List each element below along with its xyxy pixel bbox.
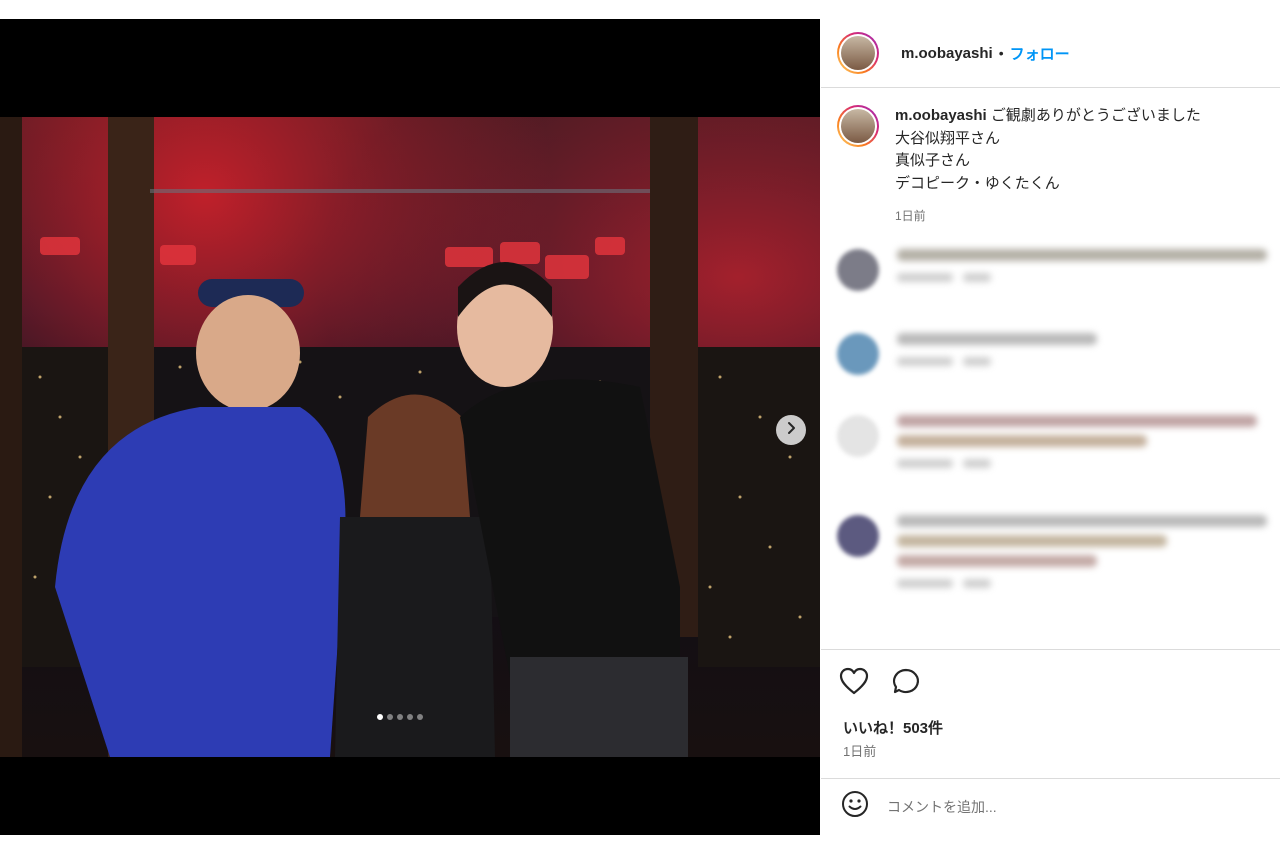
comment-item xyxy=(837,249,1277,291)
photo-illustration xyxy=(0,117,820,757)
post-side-panel: m.oobayashi • フォロー m.oobayashi ご観劇ありがとうご… xyxy=(821,19,1280,835)
caption-line: デコピーク・ゆくたくん xyxy=(895,174,1060,192)
comment-item xyxy=(837,333,1277,375)
caption-line: 真似子さん xyxy=(895,152,971,169)
separator-dot: • xyxy=(998,45,1004,61)
post-header: m.oobayashi • フォロー xyxy=(821,19,1280,87)
chevron-right-icon xyxy=(784,421,798,440)
carousel-indicators xyxy=(377,714,423,720)
avatar xyxy=(841,109,875,143)
comment-avatar xyxy=(837,249,879,291)
carousel-dot xyxy=(377,714,383,720)
carousel-next-button[interactable] xyxy=(776,415,806,445)
heart-outline-icon[interactable] xyxy=(839,667,869,700)
comment-item xyxy=(837,415,1277,468)
comment-avatar xyxy=(837,333,879,375)
comment-item xyxy=(837,515,1277,588)
post-actions xyxy=(839,667,921,700)
avatar-ring[interactable] xyxy=(837,32,879,74)
carousel-dot xyxy=(397,714,403,720)
post-timestamp: 1日前 xyxy=(843,744,877,759)
likes-count[interactable]: いいね！503件 xyxy=(843,717,943,738)
post-media[interactable] xyxy=(0,19,820,835)
header-divider xyxy=(821,87,1280,88)
caption-line: 大谷似翔平さん xyxy=(895,129,1001,147)
comment-avatar xyxy=(837,415,879,457)
caption-timestamp: 1日前 xyxy=(895,209,926,223)
speech-bubble-icon[interactable] xyxy=(891,667,921,700)
caption-text-block: m.oobayashi ご観劇ありがとうございました 大谷似翔平さん 真似子さん… xyxy=(895,105,1265,228)
actions-divider xyxy=(821,649,1280,650)
avatar-ring[interactable] xyxy=(837,105,879,147)
comment-input[interactable] xyxy=(885,797,1249,816)
follow-button[interactable]: フォロー xyxy=(1010,43,1070,64)
carousel-dot xyxy=(417,714,423,720)
caption-username[interactable]: m.oobayashi xyxy=(895,107,987,124)
comment-avatar xyxy=(837,515,879,557)
carousel-dot xyxy=(407,714,413,720)
avatar xyxy=(841,36,875,70)
post-photo xyxy=(0,117,820,757)
caption-line: ご観劇ありがとうございました xyxy=(990,107,1201,124)
smiley-icon[interactable] xyxy=(841,790,869,823)
post-caption: m.oobayashi ご観劇ありがとうございました 大谷似翔平さん 真似子さん… xyxy=(837,105,1265,228)
carousel-dot xyxy=(387,714,393,720)
add-comment-bar xyxy=(821,778,1280,835)
username-link[interactable]: m.oobayashi xyxy=(901,45,993,62)
